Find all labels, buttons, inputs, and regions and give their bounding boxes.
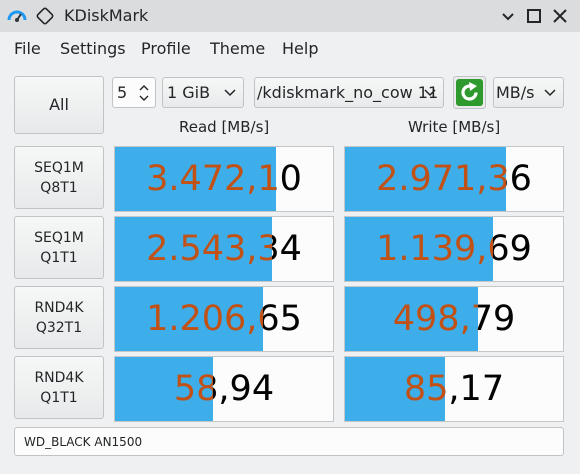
minimize-icon[interactable] (497, 5, 519, 27)
test-params: Q32T1 (35, 319, 83, 336)
title-bar[interactable]: KDiskMark (0, 0, 580, 32)
close-icon[interactable] (549, 5, 571, 27)
device-name: WD_BLACK AN1500 (24, 434, 143, 449)
read-value: 3.472,10 (146, 159, 302, 199)
write-header: Write [MB/s] (408, 118, 501, 136)
read-result: 3.472,10 (114, 146, 334, 212)
write-value: 2.971,36 (376, 159, 532, 199)
unit-value: MB/s (496, 83, 535, 102)
test-name: RND4K (34, 369, 84, 386)
read-result: 1.206,65 (114, 286, 334, 352)
read-value: 58,94 (173, 369, 275, 409)
test-button-rnd4k-q1t1[interactable]: RND4K Q1T1 (14, 356, 104, 419)
device-name-field[interactable]: WD_BLACK AN1500 (14, 427, 564, 456)
loops-spinbox[interactable]: 5 (112, 77, 156, 108)
write-value: 498,79 (392, 299, 516, 339)
write-value: 1.139,69 (376, 229, 532, 269)
chevron-down-icon (224, 88, 236, 96)
target-path-value: /kdiskmark_no_cow 11 (257, 83, 439, 102)
refresh-button[interactable] (453, 76, 486, 109)
write-result: 2.971,36 (344, 146, 564, 212)
test-name: RND4K (34, 299, 84, 316)
menu-settings[interactable]: Settings (60, 39, 126, 58)
speedometer-icon (7, 10, 27, 22)
loops-value: 5 (117, 83, 128, 102)
unit-select[interactable]: MB/s (493, 77, 564, 108)
menu-bar: File Settings Profile Theme Help (0, 32, 580, 64)
refresh-icon (456, 79, 483, 106)
write-result: 498,79 (344, 286, 564, 352)
window-title: KDiskMark (64, 6, 149, 25)
test-params: Q1T1 (40, 389, 78, 406)
test-name: SEQ1M (34, 159, 84, 176)
write-result: 85,17 (344, 356, 564, 422)
read-value: 2.543,34 (146, 229, 302, 269)
test-name: SEQ1M (34, 229, 84, 246)
menu-profile[interactable]: Profile (141, 39, 191, 58)
chevron-down-icon (424, 88, 436, 96)
read-header: Read [MB/s] (179, 118, 270, 136)
size-value: 1 GiB (167, 83, 211, 102)
target-path-select[interactable]: /kdiskmark_no_cow 11 (254, 77, 444, 108)
read-result: 2.543,34 (114, 216, 334, 282)
pin-icon[interactable] (34, 5, 56, 27)
write-result: 1.139,69 (344, 216, 564, 282)
menu-theme[interactable]: Theme (210, 39, 265, 58)
maximize-icon[interactable] (523, 5, 545, 27)
test-button-seq1m-q1t1[interactable]: SEQ1M Q1T1 (14, 216, 104, 279)
chevron-down-icon (544, 88, 556, 96)
spin-arrows-icon[interactable] (138, 83, 150, 103)
test-button-seq1m-q8t1[interactable]: SEQ1M Q8T1 (14, 146, 104, 209)
write-value: 85,17 (403, 369, 505, 409)
run-all-label: All (49, 95, 69, 114)
run-all-button[interactable]: All (14, 76, 104, 134)
menu-help[interactable]: Help (282, 39, 318, 58)
test-params: Q1T1 (40, 249, 78, 266)
read-result: 58,94 (114, 356, 334, 422)
test-params: Q8T1 (40, 179, 78, 196)
read-value: 1.206,65 (146, 299, 302, 339)
size-select[interactable]: 1 GiB (162, 77, 244, 108)
menu-file[interactable]: File (14, 39, 41, 58)
test-button-rnd4k-q32t1[interactable]: RND4K Q32T1 (14, 286, 104, 349)
